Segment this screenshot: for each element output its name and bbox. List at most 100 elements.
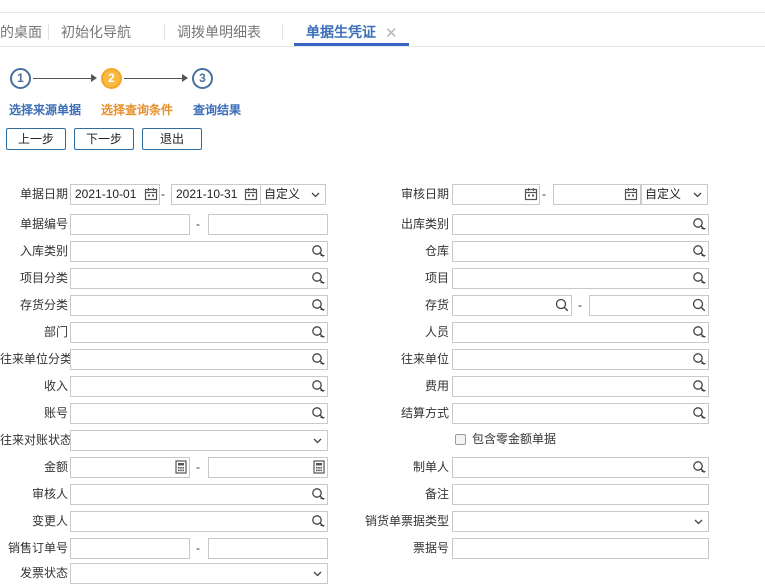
calculator-icon[interactable] (312, 460, 326, 474)
out-type-input[interactable] (452, 214, 709, 235)
warehouse-input[interactable] (452, 241, 709, 262)
staff-label: 人员 (424, 325, 449, 339)
inventory-from-input[interactable] (452, 295, 572, 316)
project-class-label: 项目分类 (19, 271, 68, 285)
bill-date-label: 单据日期 (19, 187, 68, 201)
bill-date-range-select[interactable]: 自定义 (260, 184, 326, 205)
settlement-input[interactable] (452, 403, 709, 424)
in-type-label: 入库类别 (19, 244, 68, 258)
step-2-label: 选择查询条件 (101, 103, 174, 117)
department-label: 部门 (43, 325, 68, 339)
search-add-icon[interactable] (311, 298, 325, 312)
settlement-label: 结算方式 (400, 406, 449, 420)
calendar-icon[interactable] (524, 187, 538, 201)
auditor-input[interactable] (70, 484, 328, 505)
bill-no-from-input[interactable] (70, 214, 190, 235)
inventory-to-input[interactable] (589, 295, 709, 316)
close-icon[interactable]: ✕ (385, 26, 398, 41)
invoice-status-select[interactable] (70, 563, 328, 584)
bill-no-label: 单据编号 (19, 217, 68, 231)
bill-no-to-input[interactable] (208, 214, 328, 235)
range-dash: - (161, 187, 165, 201)
search-add-icon[interactable] (692, 379, 706, 393)
arrow-right-icon (182, 74, 188, 82)
income-input[interactable] (70, 376, 328, 397)
next-step-button[interactable]: 下一步 (74, 128, 134, 150)
search-add-icon[interactable] (311, 271, 325, 285)
auditor-label: 审核人 (31, 487, 68, 501)
step-connector (33, 78, 91, 79)
remark-input[interactable] (452, 484, 709, 505)
project-class-input[interactable] (70, 268, 328, 289)
sales-order-no-label: 销售订单号 (7, 541, 68, 555)
bill-date-range-value: 自定义 (264, 187, 301, 201)
search-add-icon[interactable] (692, 460, 706, 474)
sales-order-no-from-input[interactable] (70, 538, 190, 559)
expense-input[interactable] (452, 376, 709, 397)
partner-class-input[interactable] (70, 349, 328, 370)
remark-label: 备注 (424, 487, 449, 501)
calendar-icon[interactable] (244, 187, 258, 201)
partner-input[interactable] (452, 349, 709, 370)
tab-init-nav[interactable]: 初始化导航 (61, 13, 131, 46)
partner-label: 往来单位 (400, 352, 449, 366)
sales-order-no-to-input[interactable] (208, 538, 328, 559)
search-icon[interactable] (692, 298, 706, 312)
search-add-icon[interactable] (692, 217, 706, 231)
amount-to-input[interactable] (208, 457, 328, 478)
calendar-icon[interactable] (144, 187, 158, 201)
tab-bill-voucher[interactable]: 单据生凭证 (306, 13, 376, 46)
inventory-class-input[interactable] (70, 295, 328, 316)
search-add-icon[interactable] (311, 487, 325, 501)
chevron-down-icon (313, 571, 322, 577)
reconcile-status-select[interactable] (70, 430, 328, 451)
search-add-icon[interactable] (311, 514, 325, 528)
step-1-circle: 1 (10, 68, 31, 89)
warehouse-label: 仓库 (424, 244, 449, 258)
staff-input[interactable] (452, 322, 709, 343)
project-label: 项目 (424, 271, 449, 285)
search-add-icon[interactable] (692, 244, 706, 258)
tab-separator (48, 24, 49, 40)
prev-step-button[interactable]: 上一步 (6, 128, 66, 150)
search-add-icon[interactable] (311, 406, 325, 420)
search-add-icon[interactable] (311, 379, 325, 393)
tab-separator (164, 24, 165, 40)
account-input[interactable] (70, 403, 328, 424)
ticket-no-label: 票据号 (412, 541, 449, 555)
search-add-icon[interactable] (692, 406, 706, 420)
amount-from-input[interactable] (70, 457, 190, 478)
department-input[interactable] (70, 322, 328, 343)
calendar-icon[interactable] (624, 187, 638, 201)
project-input[interactable] (452, 268, 709, 289)
chevron-down-icon (313, 438, 322, 444)
search-add-icon[interactable] (692, 271, 706, 285)
calculator-icon[interactable] (174, 460, 188, 474)
in-type-input[interactable] (70, 241, 328, 262)
range-dash: - (196, 460, 200, 474)
step-2-circle: 2 (101, 68, 122, 89)
search-icon[interactable] (555, 298, 569, 312)
tab-transfer-detail[interactable]: 调拨单明细表 (177, 13, 261, 46)
search-add-icon[interactable] (692, 352, 706, 366)
account-label: 账号 (43, 406, 68, 420)
search-add-icon[interactable] (692, 325, 706, 339)
search-add-icon[interactable] (311, 325, 325, 339)
step-3-label: 查询结果 (193, 103, 242, 117)
chevron-down-icon (694, 519, 703, 525)
search-add-icon[interactable] (311, 244, 325, 258)
include-zero-checkbox[interactable] (455, 434, 466, 445)
sales-bill-type-select[interactable] (452, 511, 709, 532)
modifier-input[interactable] (70, 511, 328, 532)
ticket-no-input[interactable] (452, 538, 709, 559)
tab-separator (282, 24, 283, 40)
tab-desktop[interactable]: 的桌面 (0, 13, 42, 46)
audit-date-range-select[interactable]: 自定义 (641, 184, 708, 205)
range-dash: - (578, 298, 582, 312)
exit-button[interactable]: 退出 (142, 128, 202, 150)
range-dash: - (196, 217, 200, 231)
search-add-icon[interactable] (311, 352, 325, 366)
audit-date-range-value: 自定义 (645, 187, 682, 201)
creator-input[interactable] (452, 457, 709, 478)
step-1-label: 选择来源单据 (9, 103, 82, 117)
